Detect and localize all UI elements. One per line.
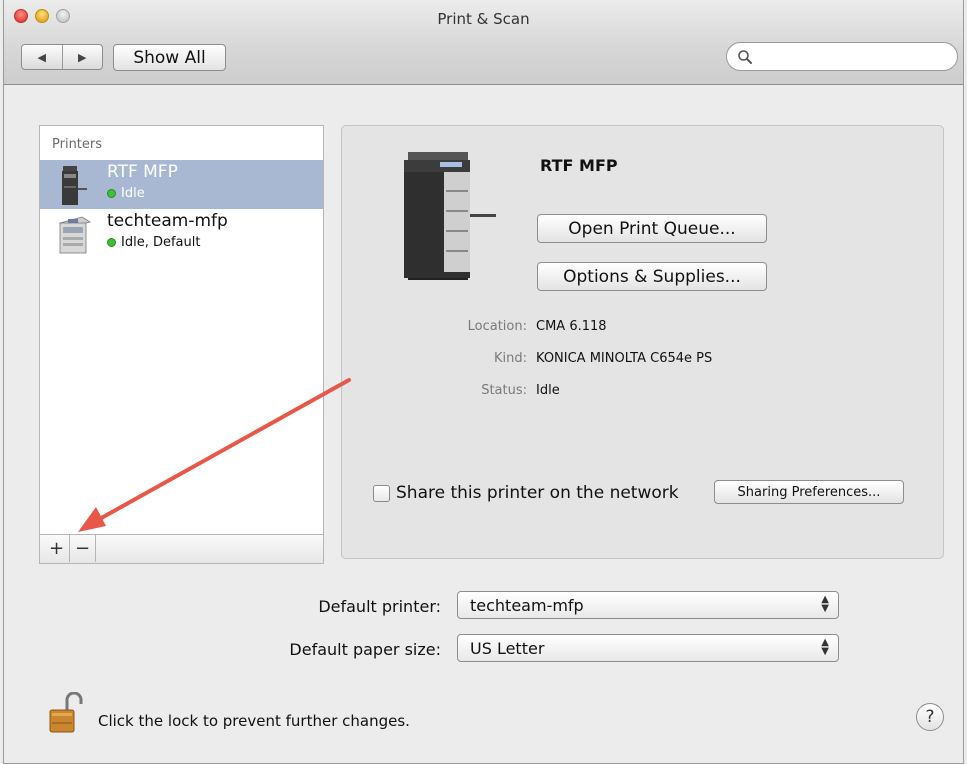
printer-icon: [62, 166, 87, 205]
help-button[interactable]: ?: [916, 703, 944, 731]
popup-arrows-icon: ▲ ▼: [821, 594, 829, 614]
default-paper-size-value: US Letter: [470, 639, 545, 658]
location-label: Location:: [467, 319, 527, 334]
location-value: CMA 6.118: [536, 319, 607, 334]
share-printer-option[interactable]: Share this printer on the network: [373, 483, 679, 503]
default-paper-size-label: Default paper size:: [289, 640, 441, 659]
printer-row-techteam-mfp[interactable]: techteam-mfp Idle, Default: [40, 209, 323, 258]
popup-arrows-icon: ▲ ▼: [821, 637, 829, 657]
default-printer-label: Default printer:: [318, 597, 441, 616]
search-field[interactable]: [726, 42, 958, 71]
remove-printer-button[interactable]: −: [70, 535, 96, 562]
printers-list-header: Printers: [52, 137, 103, 152]
printers-list: Printers RTF MFP Idle techteam-mfp Idle,…: [39, 125, 324, 564]
back-forward-control: ◀ ▶: [21, 44, 103, 70]
printer-large-icon: [404, 152, 496, 280]
printer-status-text: Idle, Default: [121, 235, 201, 250]
add-printer-button[interactable]: +: [44, 535, 70, 562]
default-printer-popup[interactable]: techteam-mfp ▲ ▼: [457, 591, 839, 619]
status-label: Status:: [481, 383, 527, 398]
search-icon: [738, 50, 752, 64]
show-all-button[interactable]: Show All: [113, 44, 226, 71]
printer-name: techteam-mfp: [107, 211, 228, 231]
printer-status: Idle: [107, 186, 145, 201]
printer-name: RTF MFP: [107, 162, 178, 182]
share-printer-label: Share this printer on the network: [396, 483, 679, 503]
status-value: Idle: [536, 383, 560, 398]
open-print-queue-button[interactable]: Open Print Queue...: [537, 214, 767, 243]
status-dot-icon: [107, 238, 116, 247]
forward-arrow-icon: ▶: [78, 50, 87, 64]
printer-row-rtf-mfp[interactable]: RTF MFP Idle: [40, 160, 323, 209]
kind-label: Kind:: [493, 351, 527, 366]
print-scan-window: Print & Scan ◀ ▶ Show All Printers RTF M…: [3, 0, 964, 764]
selected-printer-name: RTF MFP: [540, 156, 618, 175]
default-printer-value: techteam-mfp: [470, 596, 584, 615]
forward-button[interactable]: ▶: [61, 45, 103, 69]
printer-detail-pane: RTF MFP Open Print Queue... Options & Su…: [341, 125, 944, 559]
back-button[interactable]: ◀: [22, 45, 62, 69]
back-arrow-icon: ◀: [37, 50, 46, 64]
sharing-preferences-button[interactable]: Sharing Preferences...: [714, 480, 904, 504]
search-input[interactable]: [757, 47, 951, 67]
status-dot-icon: [107, 189, 116, 198]
printer-status: Idle, Default: [107, 235, 200, 250]
printer-status-text: Idle: [121, 186, 145, 201]
options-supplies-button[interactable]: Options & Supplies...: [537, 262, 767, 291]
printers-list-footer: + −: [40, 534, 323, 563]
share-printer-checkbox[interactable]: [373, 484, 390, 502]
window-title: Print & Scan: [437, 10, 530, 28]
unlocked-padlock-icon[interactable]: [47, 692, 87, 736]
printer-icon: [59, 216, 91, 254]
lock-message[interactable]: Click the lock to prevent further change…: [98, 712, 410, 730]
kind-value: KONICA MINOLTA C654e PS: [536, 351, 713, 366]
title-bar: Print & Scan ◀ ▶ Show All: [4, 0, 963, 85]
default-paper-size-popup[interactable]: US Letter ▲ ▼: [457, 634, 839, 662]
